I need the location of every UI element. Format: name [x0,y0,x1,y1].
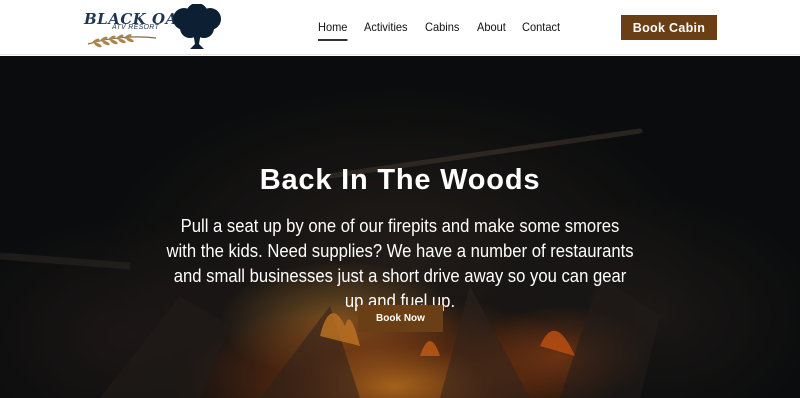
site-logo[interactable]: BLACK OAK ATV RESORT [82,4,224,50]
book-cabin-button[interactable]: Book Cabin [621,15,717,40]
oak-tree-icon [173,4,221,49]
hero-description: Pull a seat up by one of our firepits an… [166,215,634,311]
nav-contact[interactable]: Contact [522,0,560,55]
nav-cabins[interactable]: Cabins [425,0,459,55]
hero-title: Back In The Woods [259,164,541,196]
nav-activities[interactable]: Activities [364,0,408,55]
wheat-icon [87,34,157,48]
nav-about[interactable]: About [477,0,506,55]
main-nav: Home Activities Cabins About Contact [318,0,577,55]
hero-section: Back In The Woods Pull a seat up by one … [0,56,800,398]
book-now-button[interactable]: Book Now [358,305,443,332]
nav-home[interactable]: Home [318,0,348,55]
site-header: BLACK OAK ATV RESORT Home Activities Cab… [0,0,800,55]
